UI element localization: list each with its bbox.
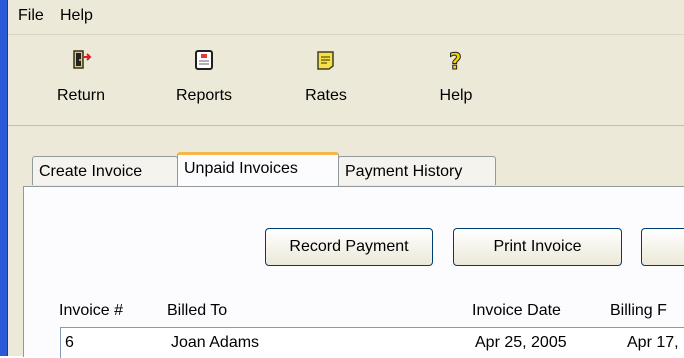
column-header-invoice-number[interactable]: Invoice # [59,302,123,320]
question-mark-icon: ? [445,49,467,78]
third-action-button[interactable]: E [641,228,684,266]
cell-invoice-number: 6 [65,334,74,351]
cell-billing-period: Apr 17, [627,334,679,351]
window-frame-left [0,0,8,356]
tab-payment-history[interactable]: Payment History [338,156,496,185]
cell-billed-to: Joan Adams [171,334,260,351]
rates-notepad-icon [315,49,337,76]
menu-file[interactable]: File [14,7,48,25]
menu-help[interactable]: Help [56,7,97,25]
menu-bar: File Help [8,0,684,35]
rates-label: Rates [305,87,347,104]
tab-create-invoice[interactable]: Create Invoice [32,156,178,185]
help-label: Help [439,87,473,104]
reports-label: Reports [175,87,233,104]
tab-unpaid-invoices[interactable]: Unpaid Invoices [177,152,339,186]
table-row[interactable]: 6 Joan Adams Apr 25, 2005 Apr 17, [61,328,684,358]
rates-button[interactable]: Rates [293,47,359,117]
return-label: Return [56,87,106,104]
return-button[interactable]: Return [48,47,114,117]
toolbar: Return Reports Rates ? Help [8,35,684,126]
column-header-invoice-date[interactable]: Invoice Date [472,302,561,320]
unpaid-invoices-panel: Record Payment Print Invoice E Invoice #… [23,186,684,358]
door-exit-icon [70,49,92,76]
tab-strip: Create Invoice Unpaid Invoices Payment H… [8,148,684,190]
invoice-list: 6 Joan Adams Apr 25, 2005 Apr 17, [60,327,684,358]
record-payment-button[interactable]: Record Payment [265,228,433,266]
column-header-billing-period[interactable]: Billing F [610,302,667,320]
cell-invoice-date: Apr 25, 2005 [475,334,567,351]
column-header-billed-to[interactable]: Billed To [167,302,227,320]
reports-button[interactable]: Reports [164,47,244,117]
print-invoice-button[interactable]: Print Invoice [453,228,622,266]
help-button[interactable]: ? Help [426,47,486,117]
app-window: File Help Return Reports Rates ? Help Cr… [8,0,684,358]
svg-text:?: ? [449,50,462,73]
report-document-icon [193,49,215,76]
